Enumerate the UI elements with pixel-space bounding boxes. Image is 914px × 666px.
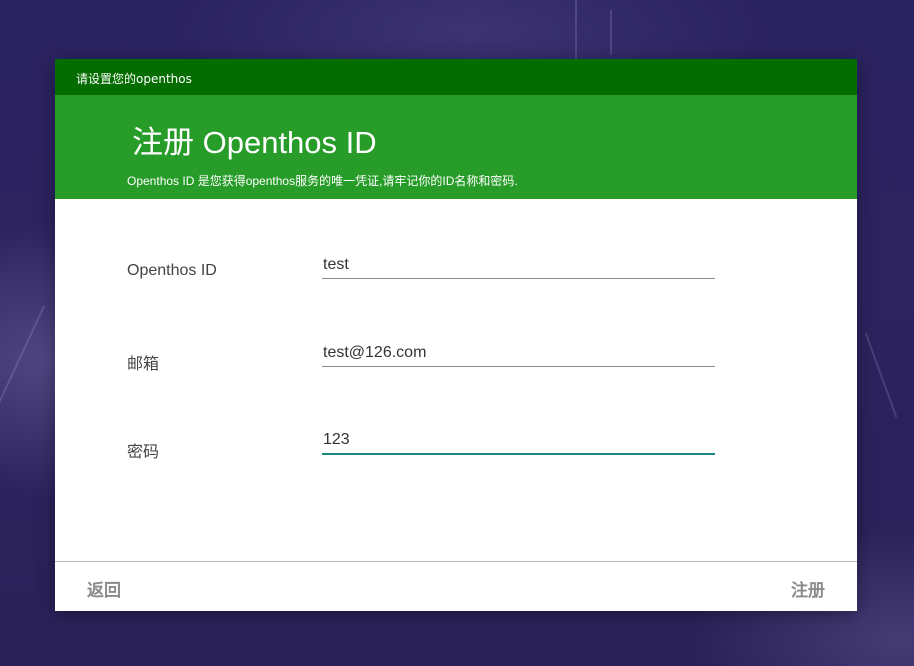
password-input[interactable] [322,427,715,455]
wallpaper-streak [575,0,577,60]
back-button[interactable]: 返回 [87,576,121,601]
wallpaper-streak [864,332,898,418]
openthos-id-label: Openthos ID [127,262,217,279]
email-label: 邮箱 [127,356,160,373]
register-button[interactable]: 注册 [791,576,825,601]
dialog-title: 请设置您的openthos [76,72,192,86]
dialog-title-bar: 请设置您的openthos [55,59,857,95]
password-label: 密码 [127,444,160,461]
form-row-id: Openthos ID [55,245,857,305]
dialog-footer: 返回 注册 [55,561,857,611]
page-title: 注册 Openthos ID [132,125,377,160]
email-input[interactable] [322,339,715,367]
page-subtitle: Openthos ID 是您获得openthos服务的唯一凭证,请牢记你的ID名… [127,174,518,188]
wallpaper-streak [0,305,46,415]
openthos-id-input[interactable] [322,251,715,279]
form-row-email: 邮箱 [55,333,857,393]
wallpaper-streak [610,10,612,55]
form-row-password: 密码 [55,421,857,481]
register-dialog: 请设置您的openthos 注册 Openthos ID Openthos ID… [55,59,857,611]
header-banner: 注册 Openthos ID Openthos ID 是您获得openthos服… [55,95,857,199]
